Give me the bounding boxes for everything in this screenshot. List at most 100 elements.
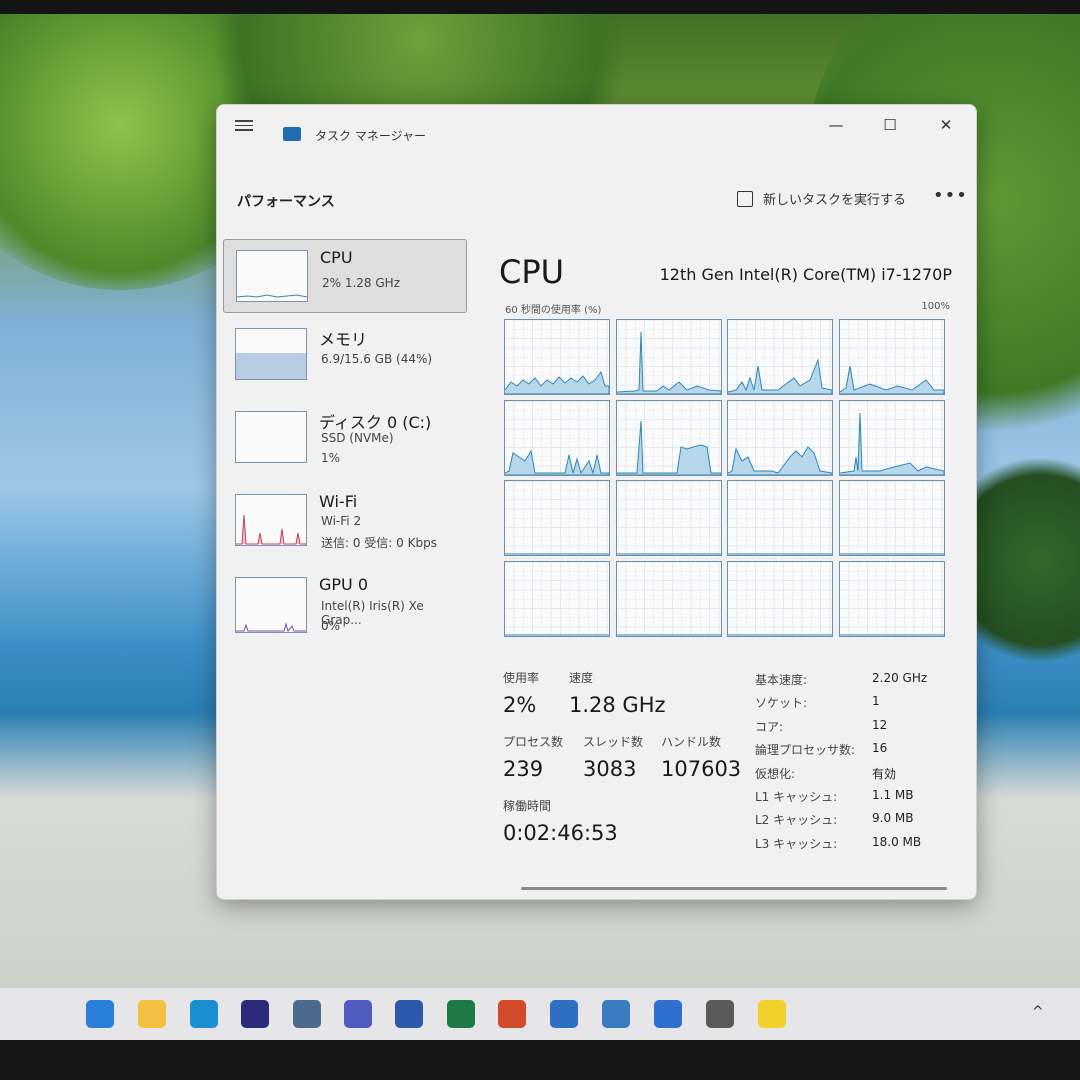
page-title: パフォーマンス xyxy=(237,194,335,210)
spec-value: 9.0 MB xyxy=(872,811,914,826)
processes-label: プロセス数 xyxy=(503,735,564,749)
handles-value: 107603 xyxy=(661,757,742,781)
excel-icon[interactable] xyxy=(447,1000,475,1028)
sidebar-item-gpu[interactable]: GPU 0 Intel(R) Iris(R) Xe Grap... 0% xyxy=(223,567,467,645)
sidebar-item-detail: 6.9/15.6 GB (44%) xyxy=(321,352,433,366)
close-button[interactable]: ✕ xyxy=(931,113,961,137)
sidebar-item-title: Wi-Fi xyxy=(319,492,358,511)
cpu-usage-line xyxy=(505,370,609,394)
logical-processor-graph xyxy=(615,319,722,395)
security-icon[interactable] xyxy=(654,1000,682,1028)
performance-sidebar: CPU 2% 1.28 GHz メモリ 6.9/15.6 GB (44%) ディ… xyxy=(223,239,467,650)
cpu-usage-trace xyxy=(839,553,944,555)
cpu-usage-line xyxy=(728,445,832,475)
task-manager-window[interactable]: タスク マネージャー — ☐ ✕ パフォーマンス 新しいタスクを実行する •••… xyxy=(216,104,977,900)
spec-value: 12 xyxy=(872,717,888,732)
logical-processor-graph xyxy=(727,399,833,476)
cpu-model-name: 12th Gen Intel(R) Core(TM) i7-1270P xyxy=(659,265,952,284)
task-manager-icon[interactable] xyxy=(602,1000,630,1028)
new-task-icon xyxy=(737,191,753,207)
spec-value: 18.0 MB xyxy=(872,834,922,849)
tray-chevron-icon[interactable]: ^ xyxy=(1032,1004,1044,1020)
sidebar-item-title: GPU 0 xyxy=(319,575,369,594)
remote-desktop-icon[interactable] xyxy=(293,1000,321,1028)
taskbar: ^ xyxy=(0,988,1080,1040)
store-icon[interactable] xyxy=(241,1000,269,1028)
cpu-usage-line xyxy=(839,412,944,475)
cpu-usage-trace xyxy=(505,553,609,555)
spec-key: 仮想化: xyxy=(755,766,796,781)
windows-start-icon[interactable] xyxy=(86,1000,114,1028)
spec-key: 論理プロセッサ数: xyxy=(755,743,856,758)
processes-value: 239 xyxy=(503,757,544,781)
logical-processor-graphs xyxy=(504,319,946,637)
monitor-bezel-bottom xyxy=(0,1040,1080,1080)
cpu-usage-trace xyxy=(505,370,609,394)
spec-value: 2.20 GHz xyxy=(872,671,928,685)
maximize-button[interactable]: ☐ xyxy=(875,113,905,137)
spec-key: コア: xyxy=(755,719,784,734)
title-bar[interactable]: タスク マネージャー — ☐ ✕ xyxy=(217,105,976,147)
spec-key: L2 キャッシュ: xyxy=(755,813,838,828)
utilization-max-label: 100% xyxy=(921,301,950,312)
powerpoint-icon[interactable] xyxy=(498,1000,526,1028)
logical-processor-graph xyxy=(727,560,833,637)
cpu-usage-line xyxy=(839,365,944,394)
spec-value: 16 xyxy=(872,741,888,756)
cpu-thumbnail-graph xyxy=(236,250,308,302)
cpu-usage-trace xyxy=(616,634,721,635)
new-task-button[interactable]: 新しいタスクを実行する xyxy=(737,189,906,208)
cpu-usage-trace xyxy=(505,449,609,475)
handles-label: ハンドル数 xyxy=(661,735,722,749)
speed-label: 速度 xyxy=(569,671,594,685)
logical-processor-graph xyxy=(838,399,945,476)
usage-value: 2% xyxy=(503,693,537,717)
more-options-button[interactable]: ••• xyxy=(933,185,968,206)
logical-processor-graph xyxy=(504,480,610,556)
usage-label: 使用率 xyxy=(503,671,540,685)
edge-icon[interactable] xyxy=(190,1000,218,1028)
settings-icon[interactable] xyxy=(706,1000,734,1028)
wifi-thumbnail-graph xyxy=(235,494,307,546)
spec-key: L1 キャッシュ: xyxy=(755,790,838,804)
sidebar-item-wifi[interactable]: Wi-Fi Wi-Fi 2 送信: 0 受信: 0 Kbps xyxy=(223,484,467,562)
logical-processor-graph xyxy=(615,399,722,476)
spec-value: 1.1 MB xyxy=(872,788,914,802)
sidebar-item-detail: Wi-Fi 2 xyxy=(321,514,362,528)
teams-icon[interactable] xyxy=(344,1000,372,1028)
snip-icon[interactable] xyxy=(550,1000,578,1028)
utilization-axis-label: 60 秒間の使用率 (%) xyxy=(505,305,602,316)
cpu-usage-line xyxy=(616,331,721,394)
cpu-usage-trace xyxy=(728,553,832,555)
file-explorer-icon[interactable] xyxy=(138,1000,166,1028)
sidebar-item-detail: Intel(R) Iris(R) Xe Grap... xyxy=(321,599,424,627)
cpu-usage-trace xyxy=(728,634,832,635)
new-task-label: 新しいタスクを実行する xyxy=(763,193,907,208)
cpu-usage-trace xyxy=(839,365,944,394)
threads-label: スレッド数 xyxy=(583,735,644,749)
spec-key: ソケット: xyxy=(755,696,808,711)
sidebar-item-detail: 0% xyxy=(321,619,341,633)
uptime-label: 稼働時間 xyxy=(503,799,552,813)
gpu-thumbnail-graph xyxy=(235,577,307,633)
logical-processor-graph xyxy=(838,480,945,556)
logical-processor-graph xyxy=(615,480,722,556)
sidebar-item-detail: 1% xyxy=(321,451,341,465)
sidebar-item-memory[interactable]: メモリ 6.9/15.6 GB (44%) xyxy=(223,318,467,396)
horizontal-scrollbar[interactable] xyxy=(521,887,947,890)
hamburger-menu-icon[interactable] xyxy=(235,117,253,133)
word-icon[interactable] xyxy=(395,1000,423,1028)
sidebar-item-detail: SSD (NVMe) xyxy=(321,431,394,445)
cpu-usage-trace xyxy=(616,331,721,394)
spec-value: 有効 xyxy=(872,766,897,781)
spec-key: 基本速度: xyxy=(755,673,808,687)
logical-processor-graph xyxy=(838,319,945,395)
cpu-heading: CPU xyxy=(499,253,565,291)
minimize-button[interactable]: — xyxy=(821,113,851,137)
sidebar-item-cpu[interactable]: CPU 2% 1.28 GHz xyxy=(223,239,467,313)
sidebar-item-disk[interactable]: ディスク 0 (C:) SSD (NVMe) 1% xyxy=(223,401,467,479)
logical-processor-graph xyxy=(504,319,610,395)
sidebar-item-title: メモリ xyxy=(319,330,368,349)
app-x-icon[interactable] xyxy=(758,1000,786,1028)
monitor-bezel-top xyxy=(0,0,1080,14)
